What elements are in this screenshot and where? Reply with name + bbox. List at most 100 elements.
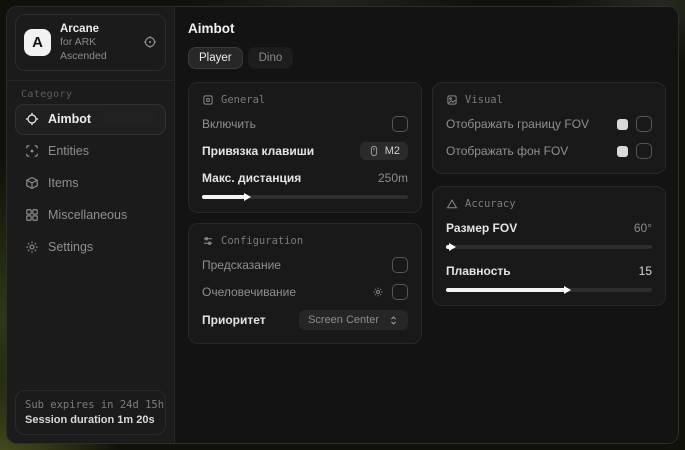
priority-dropdown[interactable]: Screen Center — [299, 310, 408, 330]
brand-title: Arcane — [60, 22, 134, 36]
smoothness-slider[interactable] — [446, 288, 652, 292]
keybind-value: M2 — [385, 145, 400, 157]
visual-card-title: Visual — [465, 94, 503, 106]
visual-card: Visual Отображать границу FOV Отображать… — [432, 82, 666, 174]
target-icon[interactable] — [143, 35, 157, 49]
max-distance-value: 250m — [378, 171, 408, 185]
sidebar-item-aimbot[interactable]: Aimbot — [15, 104, 166, 135]
fov-border-color-swatch[interactable] — [617, 119, 628, 130]
enable-label: Включить — [202, 117, 256, 131]
humanization-checkbox[interactable] — [392, 284, 408, 300]
prediction-row: Предсказание — [202, 256, 408, 274]
sidebar-item-label: Settings — [48, 240, 93, 254]
sidebar-divider — [7, 80, 174, 81]
card-grid: General Включить Привязка клавиши M2 — [188, 82, 666, 344]
scope-icon — [202, 94, 214, 106]
fov-border-checkbox[interactable] — [636, 116, 652, 132]
priority-value: Screen Center — [308, 314, 379, 326]
smoothness-label: Плавность — [446, 264, 511, 278]
grid-icon — [24, 208, 39, 223]
sidebar-spacer — [7, 264, 174, 390]
humanization-controls — [372, 284, 408, 300]
package-icon — [24, 176, 39, 191]
fov-background-row: Отображать фон FOV — [446, 142, 652, 160]
smoothness-value: 15 — [639, 264, 652, 278]
slider-fill — [202, 195, 245, 199]
triangle-icon — [446, 198, 458, 210]
fov-border-row: Отображать границу FOV — [446, 115, 652, 133]
fov-background-controls — [617, 143, 652, 159]
sidebar-item-label: Items — [48, 176, 79, 190]
keybind-row: Привязка клавиши M2 — [202, 142, 408, 160]
image-icon — [446, 94, 458, 106]
session-duration-text: Session duration 1m 20s — [25, 414, 156, 426]
max-distance-slider[interactable] — [202, 195, 408, 199]
fov-background-label: Отображать фон FOV — [446, 144, 568, 158]
keybind-button[interactable]: M2 — [360, 142, 408, 160]
sidebar-item-entities[interactable]: Entities — [15, 136, 166, 167]
gear-icon[interactable] — [372, 286, 384, 298]
configuration-card: Configuration Предсказание Очеловечивани… — [188, 223, 422, 344]
humanization-row: Очеловечивание — [202, 283, 408, 301]
tab-player[interactable]: Player — [188, 47, 243, 69]
fov-size-value: 60° — [634, 221, 652, 235]
category-label: Category — [21, 89, 174, 100]
fov-size-slider[interactable] — [446, 245, 652, 249]
general-card-header: General — [202, 94, 408, 106]
crosshair-icon — [24, 112, 39, 127]
sidebar-item-label: Entities — [48, 144, 89, 158]
main-panel: Aimbot Player Dino General — [175, 7, 678, 443]
accuracy-card: Accuracy Размер FOV 60° Плавность 15 — [432, 186, 666, 306]
general-card: General Включить Привязка клавиши M2 — [188, 82, 422, 213]
accuracy-card-title: Accuracy — [465, 198, 516, 210]
fov-size-label: Размер FOV — [446, 221, 517, 235]
blurred-keybind-badge — [103, 112, 155, 125]
prediction-checkbox[interactable] — [392, 257, 408, 273]
configuration-card-title: Configuration — [221, 235, 303, 247]
slider-fill — [446, 245, 450, 249]
visual-card-header: Visual — [446, 94, 652, 106]
brand-card: A Arcane for ARK Ascended — [15, 14, 166, 71]
fov-size-row: Размер FOV 60° — [446, 219, 652, 237]
prediction-label: Предсказание — [202, 258, 281, 272]
priority-label: Приоритет — [202, 313, 266, 327]
max-distance-row: Макс. дистанция 250m — [202, 169, 408, 187]
app-window: A Arcane for ARK Ascended Category — [6, 6, 679, 444]
left-column: General Включить Привязка клавиши M2 — [188, 82, 422, 344]
enable-checkbox[interactable] — [392, 116, 408, 132]
sidebar-item-items[interactable]: Items — [15, 168, 166, 199]
fov-background-checkbox[interactable] — [636, 143, 652, 159]
tune-icon — [202, 235, 214, 247]
fov-border-label: Отображать границу FOV — [446, 117, 589, 131]
priority-row: Приоритет Screen Center — [202, 310, 408, 330]
fov-background-color-swatch[interactable] — [617, 146, 628, 157]
sidebar: A Arcane for ARK Ascended Category — [7, 7, 175, 443]
sub-expires-text: Sub expires in 24d 15h — [25, 399, 156, 411]
brand-text: Arcane for ARK Ascended — [60, 22, 134, 63]
sidebar-item-settings[interactable]: Settings — [15, 232, 166, 263]
slider-fill — [446, 288, 565, 292]
subscription-card: Sub expires in 24d 15h Session duration … — [15, 390, 166, 435]
unfold-icon — [388, 315, 399, 326]
fov-border-controls — [617, 116, 652, 132]
brand-logo: A — [24, 29, 51, 56]
sidebar-item-miscellaneous[interactable]: Miscellaneous — [15, 200, 166, 231]
page-title: Aimbot — [188, 21, 666, 36]
keybind-label: Привязка клавиши — [202, 144, 314, 158]
general-card-title: General — [221, 94, 265, 106]
humanization-label: Очеловечивание — [202, 285, 296, 299]
max-distance-label: Макс. дистанция — [202, 171, 301, 185]
configuration-card-header: Configuration — [202, 235, 408, 247]
sidebar-item-label: Miscellaneous — [48, 208, 127, 222]
scan-icon — [24, 144, 39, 159]
mouse-icon — [368, 145, 380, 157]
enable-row: Включить — [202, 115, 408, 133]
accuracy-card-header: Accuracy — [446, 198, 652, 210]
tab-bar: Player Dino — [188, 47, 666, 69]
sidebar-item-label: Aimbot — [48, 112, 91, 126]
brand-subtitle: for ARK Ascended — [60, 36, 134, 62]
tab-dino[interactable]: Dino — [248, 47, 294, 69]
right-column: Visual Отображать границу FOV Отображать… — [432, 82, 666, 306]
gear-icon — [24, 240, 39, 255]
sidebar-nav: Aimbot Entities Items — [7, 104, 174, 264]
